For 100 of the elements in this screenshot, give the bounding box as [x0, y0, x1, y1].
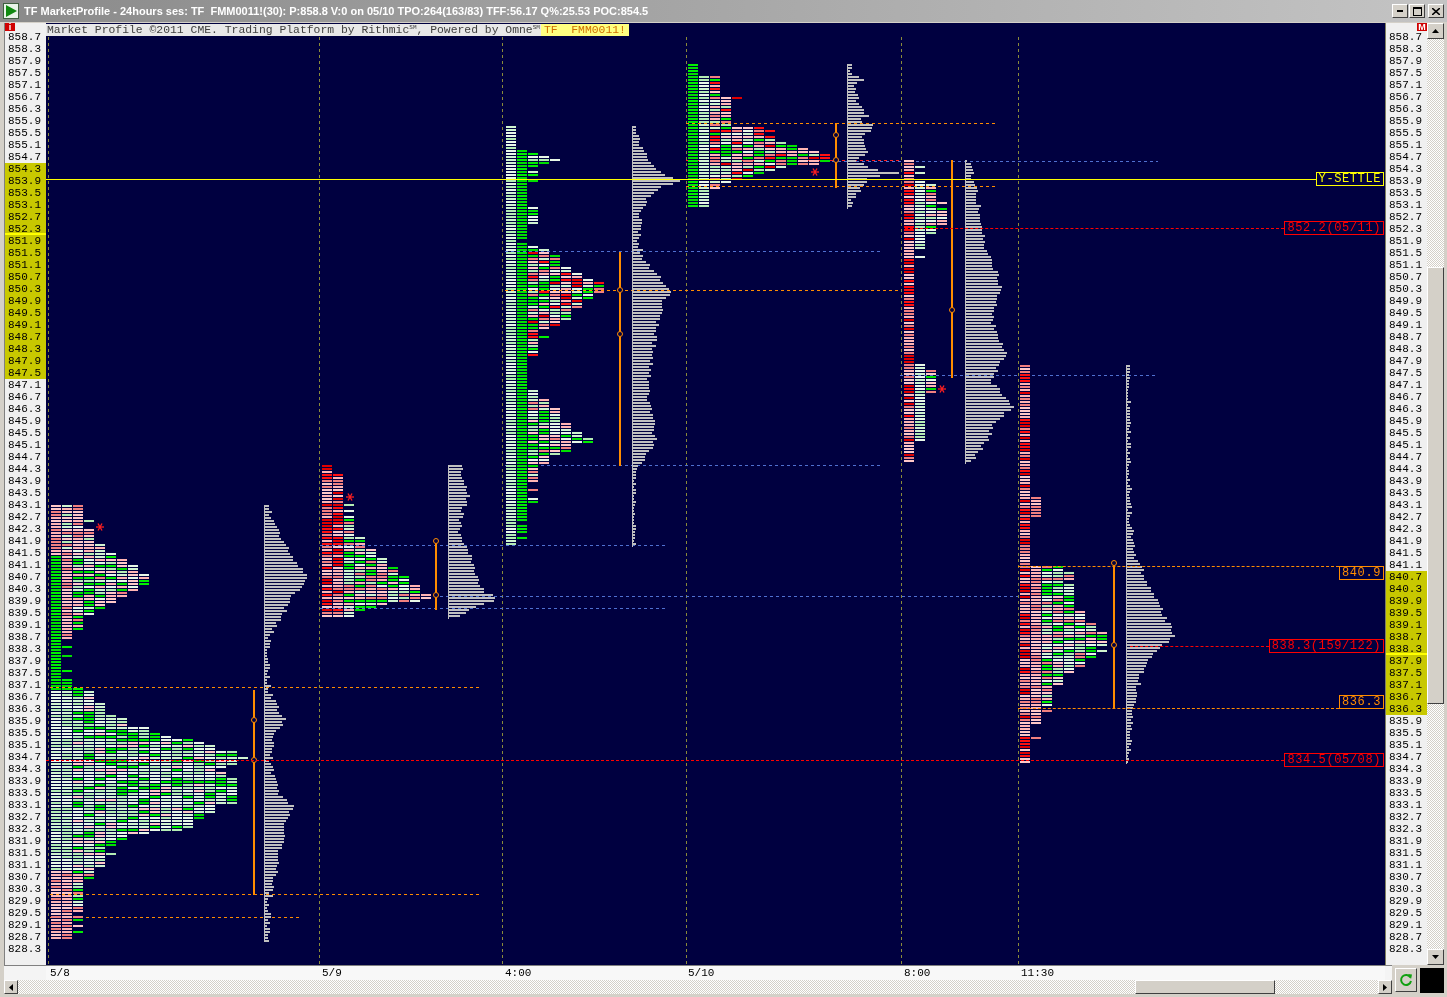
price-tick-label: 855.5	[7, 127, 42, 139]
price-tick-label: 847.1	[1388, 379, 1423, 391]
price-tick-label: 841.5	[1388, 547, 1423, 559]
price-tick-label: 858.3	[1388, 43, 1423, 55]
price-tick-label: 852.7	[5, 211, 46, 223]
price-tick-label: 835.9	[7, 715, 42, 727]
price-tick-label: 847.1	[7, 379, 42, 391]
minimize-button[interactable]	[1392, 4, 1408, 18]
price-tick-label: 858.7	[1388, 31, 1423, 43]
price-tick-label: 841.1	[7, 559, 42, 571]
price-tick-label: 848.3	[1388, 343, 1423, 355]
price-tick-label: 840.3	[1386, 583, 1427, 595]
price-tick-label: 839.1	[1386, 619, 1427, 631]
price-tick-label: 841.5	[7, 547, 42, 559]
price-tick-label: 847.9	[1388, 355, 1423, 367]
price-tick-label: 852.7	[1388, 211, 1423, 223]
price-tick-label: 829.9	[7, 895, 42, 907]
price-tick-label: 836.3	[1386, 703, 1427, 715]
price-tick-label: 831.5	[1388, 847, 1423, 859]
price-tick-label: 845.5	[1388, 427, 1423, 439]
price-tick-label: 856.3	[1388, 103, 1423, 115]
price-tick-label: 839.5	[1386, 607, 1427, 619]
price-tick-label: 833.9	[1388, 775, 1423, 787]
price-tick-label: 842.3	[1388, 523, 1423, 535]
price-tick-label: 841.1	[1388, 559, 1423, 571]
price-tick-label: 832.7	[1388, 811, 1423, 823]
down-arrow-icon	[1432, 955, 1439, 959]
price-tick-label: 855.5	[1388, 127, 1423, 139]
price-tick-label: 854.7	[1388, 151, 1423, 163]
price-tick-label: 846.7	[1388, 391, 1423, 403]
scrollbar-thumb[interactable]	[1135, 980, 1275, 994]
price-tick-label: 841.9	[1388, 535, 1423, 547]
price-level-label: 838.3(159/122)	[1268, 639, 1384, 653]
time-label: 5/9	[322, 967, 342, 979]
time-label: 11:30	[1021, 967, 1054, 979]
price-level-label: 840.9	[1339, 566, 1384, 580]
price-tick-label: 853.1	[1388, 199, 1423, 211]
price-tick-label: 843.5	[7, 487, 42, 499]
close-button[interactable]	[1428, 4, 1444, 18]
scrollbar-thumb[interactable]	[1427, 267, 1444, 704]
price-tick-label: 849.9	[1388, 295, 1423, 307]
maximize-button[interactable]	[1409, 4, 1425, 18]
price-tick-label: 851.9	[1388, 235, 1423, 247]
price-tick-label: 854.3	[5, 163, 46, 175]
price-tick-label: 843.9	[1388, 475, 1423, 487]
triangle-icon	[3, 3, 19, 19]
price-tick-label: 843.9	[7, 475, 42, 487]
price-tick-label: 845.9	[7, 415, 42, 427]
price-tick-label: 853.5	[5, 187, 46, 199]
price-tick-label: 833.5	[7, 787, 42, 799]
price-tick-label: 855.1	[1388, 139, 1423, 151]
maximize-icon	[1412, 6, 1422, 16]
price-tick-label: 850.3	[5, 283, 46, 295]
price-tick-label: 857.1	[7, 79, 42, 91]
price-tick-label: 831.1	[7, 859, 42, 871]
price-tick-label: 834.3	[7, 763, 42, 775]
price-tick-label: 837.5	[7, 667, 42, 679]
price-tick-label: 853.9	[1388, 175, 1423, 187]
price-tick-label: 836.7	[7, 691, 42, 703]
price-tick-label: 828.3	[1388, 943, 1423, 955]
price-tick-label: 839.9	[7, 595, 42, 607]
price-tick-label: 857.5	[7, 67, 42, 79]
horizontal-scrollbar[interactable]	[4, 980, 1392, 994]
corner-label: i	[5, 23, 15, 31]
price-tick-label: 856.7	[1388, 91, 1423, 103]
price-tick-label: 849.1	[5, 319, 46, 331]
close-icon	[1432, 7, 1440, 15]
price-tick-label: 831.1	[1388, 859, 1423, 871]
corner-label: M	[1417, 23, 1427, 31]
price-tick-label: 850.7	[5, 271, 46, 283]
price-tick-label: 849.5	[1388, 307, 1423, 319]
price-tick-label: 851.5	[5, 247, 46, 259]
scroll-right-button[interactable]	[1378, 980, 1392, 994]
price-tick-label: 838.3	[1386, 643, 1427, 655]
price-tick-label: 851.1	[1388, 259, 1423, 271]
price-tick-label: 830.7	[7, 871, 42, 883]
scroll-up-button[interactable]	[1427, 23, 1444, 39]
vertical-scrollbar[interactable]	[1427, 23, 1444, 965]
scroll-down-button[interactable]	[1427, 949, 1444, 965]
price-tick-label: 831.9	[7, 835, 42, 847]
price-tick-label: 849.9	[5, 295, 46, 307]
price-tick-label: 848.7	[5, 331, 46, 343]
refresh-button[interactable]	[1395, 968, 1417, 992]
up-arrow-icon	[1432, 29, 1439, 33]
price-tick-label: 838.7	[1386, 631, 1427, 643]
price-tick-label: 845.1	[7, 439, 42, 451]
price-tick-label: 846.3	[7, 403, 42, 415]
scroll-left-button[interactable]	[4, 980, 18, 994]
price-tick-label: 836.3	[7, 703, 42, 715]
price-tick-label: 837.9	[7, 655, 42, 667]
price-tick-label: 828.7	[7, 931, 42, 943]
price-tick-label: 829.5	[1388, 907, 1423, 919]
price-tick-label: 842.7	[7, 511, 42, 523]
price-tick-label: 852.3	[1388, 223, 1423, 235]
price-tick-label: 844.7	[1388, 451, 1423, 463]
price-tick-label: 844.3	[1388, 463, 1423, 475]
price-tick-label: 858.7	[7, 31, 42, 43]
symbol-label: TF FMM0011!	[540, 24, 629, 36]
price-tick-label: 833.5	[1388, 787, 1423, 799]
price-tick-label: 841.9	[7, 535, 42, 547]
